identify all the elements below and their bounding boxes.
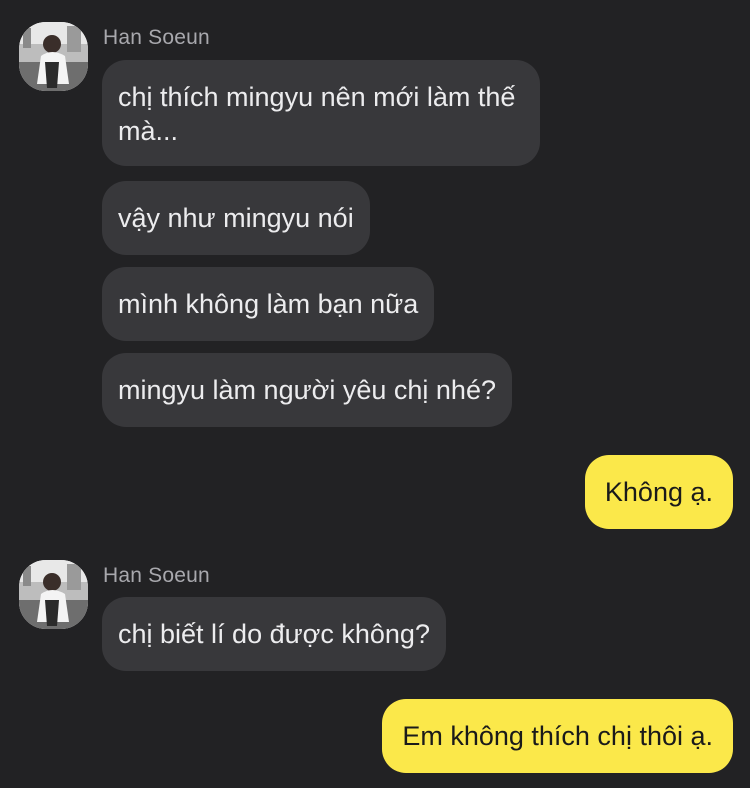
message-text: chị thích mingyu nên mới làm thế mà... xyxy=(118,82,516,146)
avatar-photo-icon xyxy=(19,560,88,629)
message-text: chị biết lí do được không? xyxy=(118,619,430,649)
outgoing-message-bubble[interactable]: Em không thích chị thôi ạ. xyxy=(382,699,733,773)
sender-avatar[interactable] xyxy=(19,560,88,629)
message-text: mình không làm bạn nữa xyxy=(118,289,419,319)
message-bubble[interactable]: mingyu làm người yêu chị nhé? xyxy=(102,353,512,427)
message-text: vậy như mingyu nói xyxy=(118,203,354,233)
message-bubble[interactable]: chị biết lí do được không? xyxy=(102,597,446,671)
message-text: Không ạ. xyxy=(604,477,713,507)
message-text: mingyu làm người yêu chị nhé? xyxy=(118,375,496,405)
sender-name: Han Soeun xyxy=(103,26,210,49)
message-text: Em không thích chị thôi ạ. xyxy=(402,721,713,751)
sender-name: Han Soeun xyxy=(103,564,210,587)
avatar-photo-icon xyxy=(19,22,88,91)
sender-avatar[interactable] xyxy=(19,22,88,91)
outgoing-message-bubble[interactable]: Không ạ. xyxy=(584,455,733,529)
message-bubble[interactable]: vậy như mingyu nói xyxy=(102,181,370,255)
message-bubble[interactable]: mình không làm bạn nữa xyxy=(102,267,435,341)
message-bubble[interactable]: chị thích mingyu nên mới làm thế mà... xyxy=(102,60,540,166)
